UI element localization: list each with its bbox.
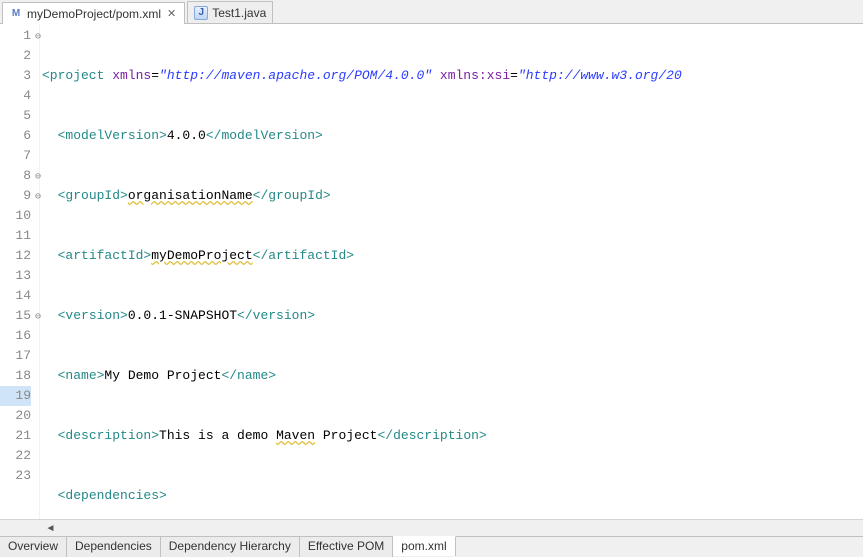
line-number: 20	[0, 406, 31, 426]
line-number: 5	[0, 106, 31, 126]
java-file-icon: J	[194, 6, 208, 20]
line-number: 12	[0, 246, 31, 266]
code-line: <description>This is a demo Maven Projec…	[40, 426, 863, 446]
line-number: 23	[0, 466, 31, 486]
line-number: 9	[0, 186, 31, 206]
tab-pom-xml[interactable]: M myDemoProject/pom.xml ✕	[2, 2, 185, 24]
code-line: <name>My Demo Project</name>	[40, 366, 863, 386]
pom-editor-tabs: Overview Dependencies Dependency Hierarc…	[0, 536, 863, 557]
line-number: 7	[0, 146, 31, 166]
tab-dependency-hierarchy[interactable]: Dependency Hierarchy	[161, 537, 300, 557]
line-number: 19	[0, 386, 31, 406]
line-number: 13	[0, 266, 31, 286]
scroll-left-arrow-icon[interactable]: ◄	[42, 521, 59, 536]
line-number: 4	[0, 86, 31, 106]
line-number: 18	[0, 366, 31, 386]
code-line: <groupId>organisationName</groupId>	[40, 186, 863, 206]
line-number: 21	[0, 426, 31, 446]
line-number: 1	[0, 26, 31, 46]
tab-dependencies[interactable]: Dependencies	[67, 537, 161, 557]
editor-tab-bar: M myDemoProject/pom.xml ✕ J Test1.java	[0, 0, 863, 24]
line-number: 8	[0, 166, 31, 186]
tab-pom-xml-source[interactable]: pom.xml	[393, 536, 455, 556]
editor-area: 1234567891011121314151617181920212223 <p…	[0, 24, 863, 519]
scroll-track[interactable]	[59, 521, 863, 536]
line-number: 16	[0, 326, 31, 346]
line-number: 17	[0, 346, 31, 366]
line-number: 14	[0, 286, 31, 306]
code-line: <modelVersion>4.0.0</modelVersion>	[40, 126, 863, 146]
line-number: 11	[0, 226, 31, 246]
line-number: 2	[0, 46, 31, 66]
tab-label: Test1.java	[212, 6, 266, 20]
line-number: 3	[0, 66, 31, 86]
close-icon[interactable]: ✕	[165, 7, 178, 20]
line-number: 22	[0, 446, 31, 466]
line-number: 10	[0, 206, 31, 226]
code-line: <artifactId>myDemoProject</artifactId>	[40, 246, 863, 266]
line-number-gutter: 1234567891011121314151617181920212223	[0, 24, 40, 519]
code-editor[interactable]: <project xmlns="http://maven.apache.org/…	[40, 24, 863, 519]
code-line: <version>0.0.1-SNAPSHOT</version>	[40, 306, 863, 326]
line-number: 15	[0, 306, 31, 326]
tab-effective-pom[interactable]: Effective POM	[300, 537, 393, 557]
tab-overview[interactable]: Overview	[0, 537, 67, 557]
tab-test1-java[interactable]: J Test1.java	[187, 1, 273, 23]
code-line: <dependencies>	[40, 486, 863, 506]
xml-file-icon: M	[9, 7, 23, 21]
line-number: 6	[0, 126, 31, 146]
code-line: <project xmlns="http://maven.apache.org/…	[40, 66, 863, 86]
tab-label: myDemoProject/pom.xml	[27, 7, 161, 21]
horizontal-scrollbar[interactable]: ◄	[0, 519, 863, 536]
